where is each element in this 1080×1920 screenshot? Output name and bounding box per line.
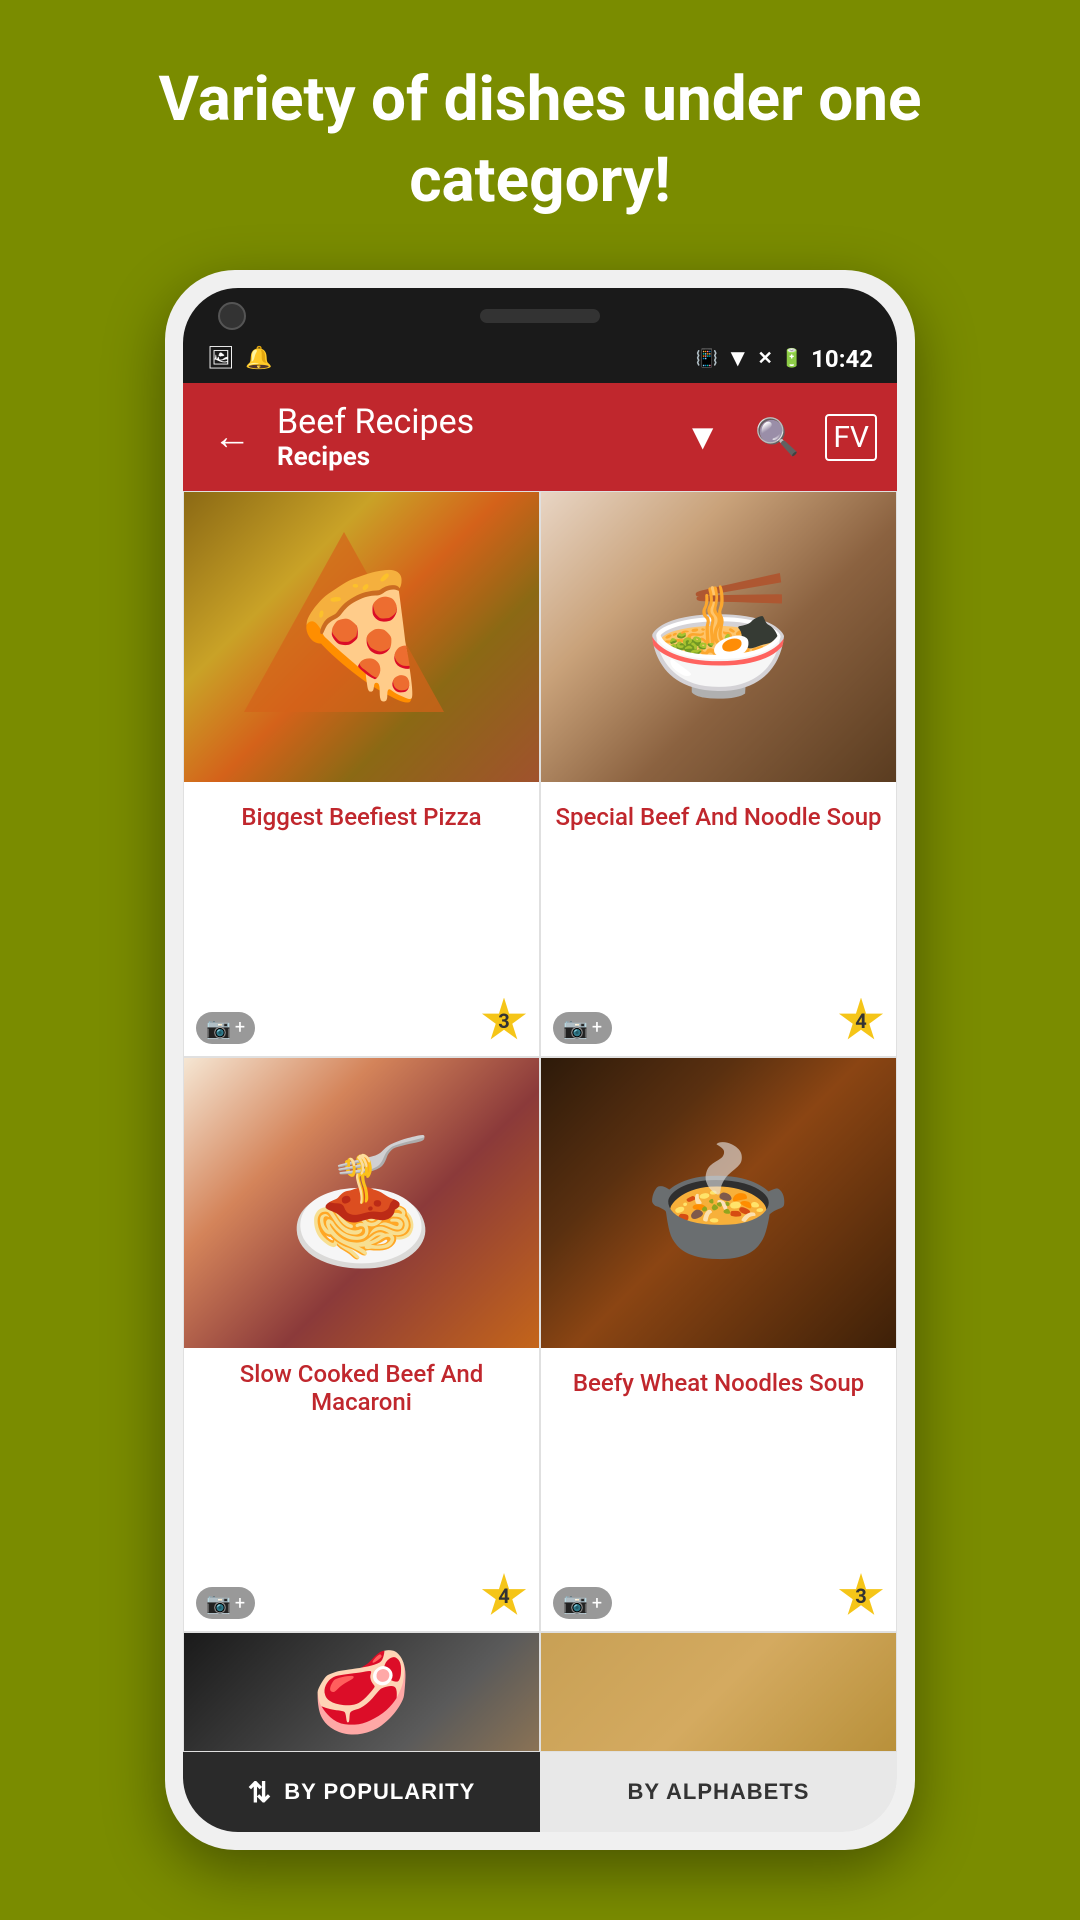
app-bar-icons: ▼ 🔍 FV	[677, 408, 877, 466]
camera-icon-2: 📷	[563, 1016, 588, 1040]
sort-icon: ⇅	[248, 1776, 272, 1809]
recipe-card-2[interactable]: 📷 + 4 Special Beef And Noodle Soup	[540, 491, 897, 1057]
recipe-card-1[interactable]: 📷 + 3 Biggest Beefiest Pizza	[183, 491, 540, 1057]
recipe-name-2: Special Beef And Noodle Soup	[541, 782, 896, 852]
popularity-label: BY POPULARITY	[284, 1779, 475, 1805]
camera-icon-3: 📷	[206, 1591, 231, 1615]
recipe-image-3	[184, 1058, 539, 1348]
speaker	[480, 309, 600, 323]
recipe-image-4	[541, 1058, 896, 1348]
logo-icon[interactable]: FV	[825, 414, 877, 461]
phone-notch	[183, 288, 897, 338]
add-icon-1: +	[235, 1017, 245, 1038]
app-bar: ← Beef Recipes Recipes ▼ 🔍 FV	[183, 383, 897, 491]
recipe-grid: 📷 + 3 Biggest Beefiest Pizza 📷 + 4 Spe	[183, 491, 897, 1632]
recipe-name-3: Slow Cooked Beef And Macaroni	[184, 1348, 539, 1428]
recipe-card-3[interactable]: 📷 + 4 Slow Cooked Beef And Macaroni	[183, 1057, 540, 1633]
notification-icon: 🔔	[245, 346, 272, 371]
clock: 10:42	[811, 345, 873, 373]
add-icon-3: +	[235, 1593, 245, 1614]
rating-badge-1: 3	[481, 998, 527, 1044]
camera-overlay-3: 📷 +	[196, 1587, 255, 1619]
sort-by-popularity-button[interactable]: ⇅ BY POPULARITY	[183, 1752, 540, 1832]
status-bar: 🖼 🔔 📳 ▼ ✕ 🔋 10:42	[183, 338, 897, 383]
camera-icon-4: 📷	[563, 1591, 588, 1615]
sort-by-alphabets-button[interactable]: BY ALPHABETS	[540, 1752, 897, 1832]
status-right-icons: 📳 ▼ ✕ 🔋 10:42	[695, 344, 873, 373]
partial-recipe-row	[183, 1632, 897, 1752]
back-button[interactable]: ←	[203, 405, 261, 469]
front-camera	[218, 302, 246, 330]
phone-frame: 🖼 🔔 📳 ▼ ✕ 🔋 10:42 ← Beef Recipes Recipes…	[165, 270, 915, 1850]
status-left-icons: 🖼 🔔	[207, 346, 272, 371]
recipe-name-4: Beefy Wheat Noodles Soup	[541, 1348, 896, 1418]
vibrate-icon: 📳	[695, 348, 717, 369]
app-bar-titles: Beef Recipes Recipes	[277, 402, 677, 472]
recipe-image-1	[184, 492, 539, 782]
recipe-card-4[interactable]: 📷 + 3 Beefy Wheat Noodles Soup	[540, 1057, 897, 1633]
camera-icon-1: 📷	[206, 1016, 231, 1040]
tagline: Variety of dishes under one category!	[0, 0, 1080, 261]
camera-overlay-2: 📷 +	[553, 1012, 612, 1044]
recipe-name-1: Biggest Beefiest Pizza	[184, 782, 539, 852]
wifi-icon: ▼	[726, 344, 750, 373]
camera-overlay-1: 📷 +	[196, 1012, 255, 1044]
app-bar-subtitle: Recipes	[277, 442, 677, 472]
recipe-image-2	[541, 492, 896, 782]
filter-icon[interactable]: ▼	[677, 408, 729, 466]
recipe-image-5	[184, 1633, 539, 1752]
app-bar-title: Beef Recipes	[277, 402, 677, 442]
add-icon-2: +	[592, 1017, 602, 1038]
bottom-bar: ⇅ BY POPULARITY BY ALPHABETS	[183, 1752, 897, 1832]
phone-inner: 🖼 🔔 📳 ▼ ✕ 🔋 10:42 ← Beef Recipes Recipes…	[183, 288, 897, 1832]
recipe-image-6	[541, 1633, 896, 1752]
alphabets-label: BY ALPHABETS	[628, 1779, 810, 1805]
nosignal-icon: ✕	[758, 348, 773, 369]
image-icon: 🖼	[207, 346, 235, 371]
battery-icon: 🔋	[781, 348, 803, 369]
rating-badge-4: 3	[838, 1573, 884, 1619]
add-icon-4: +	[592, 1593, 602, 1614]
recipe-card-5[interactable]	[183, 1632, 540, 1752]
rating-badge-3: 4	[481, 1573, 527, 1619]
camera-overlay-4: 📷 +	[553, 1587, 612, 1619]
rating-badge-2: 4	[838, 998, 884, 1044]
recipe-card-6[interactable]	[540, 1632, 897, 1752]
search-icon[interactable]: 🔍	[746, 408, 807, 466]
